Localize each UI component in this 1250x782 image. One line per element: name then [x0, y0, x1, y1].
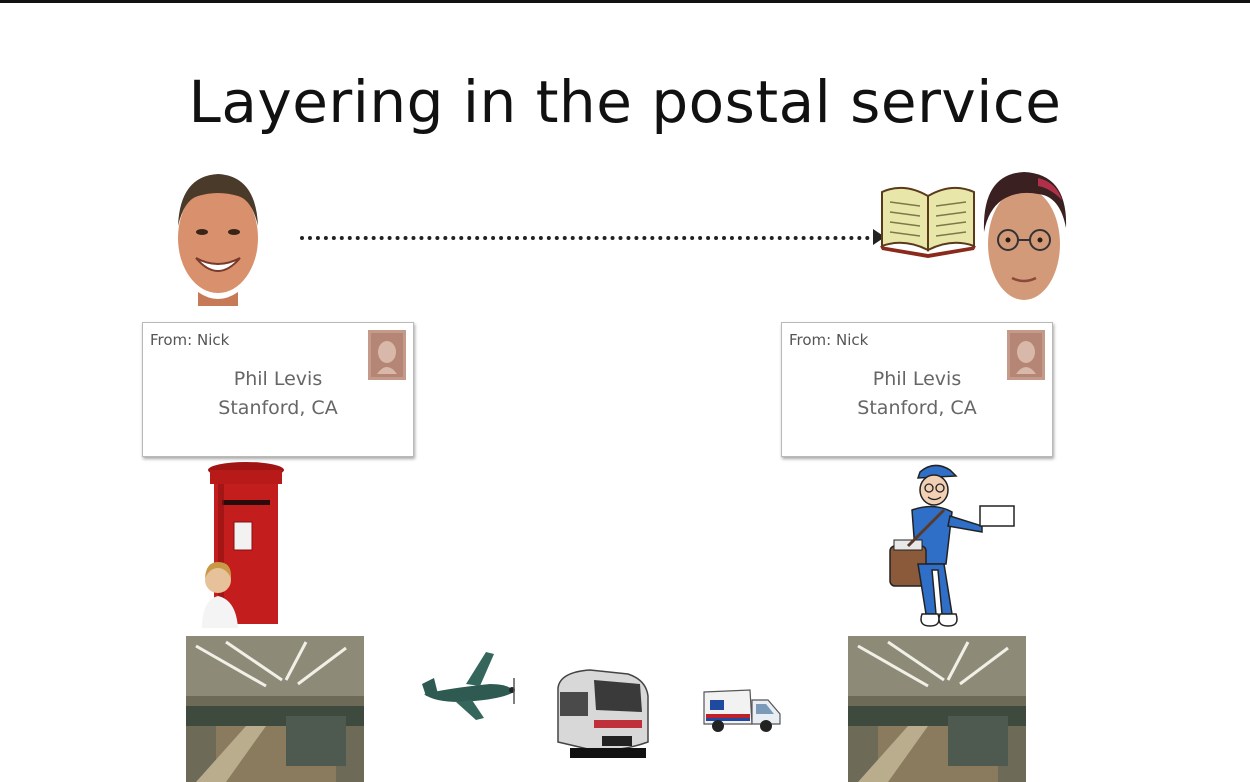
mail-truck-icon	[703, 689, 781, 732]
recipient-city: Stanford, CA	[218, 397, 338, 419]
airplane-icon	[422, 652, 515, 720]
envelope-right: From: Nick Phil Levis Stanford, CA	[781, 322, 1053, 457]
recipient-name: Phil Levis	[872, 368, 962, 390]
envelope-from-label: From: Nick	[150, 331, 230, 349]
mail-carrier-icon	[889, 464, 1015, 627]
envelope-address: Phil Levis Stanford, CA	[782, 365, 1052, 423]
receiver-face-icon	[983, 172, 1067, 300]
envelope-left: From: Nick Phil Levis Stanford, CA	[142, 322, 414, 457]
sorting-facility-photo-left	[186, 636, 364, 782]
book-icon	[880, 186, 976, 258]
train-icon	[557, 669, 649, 758]
recipient-city: Stanford, CA	[857, 397, 977, 419]
sorting-facility-photo-right	[848, 636, 1026, 782]
post-box-icon	[202, 462, 284, 628]
recipient-name: Phil Levis	[233, 368, 323, 390]
envelope-from-label: From: Nick	[789, 331, 869, 349]
dotted-arrow-line	[300, 236, 878, 240]
slide-title: Layering in the postal service	[188, 68, 1062, 136]
top-border	[0, 0, 1250, 3]
sender-face-icon	[178, 174, 258, 306]
envelope-address: Phil Levis Stanford, CA	[143, 365, 413, 423]
